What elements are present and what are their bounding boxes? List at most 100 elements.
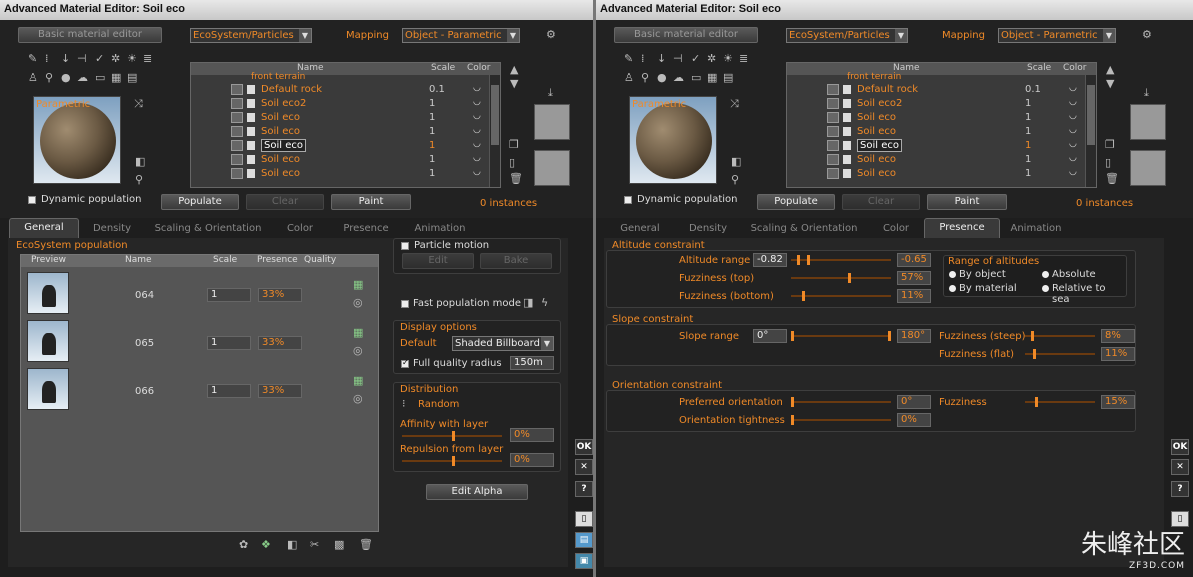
display-mode-combo[interactable]: Shaded Billboard ▼ bbox=[452, 336, 554, 351]
slider-knob[interactable] bbox=[791, 397, 794, 407]
figure-icon[interactable]: ♙ bbox=[624, 71, 634, 84]
dropper-icon[interactable]: ⁞ bbox=[641, 52, 645, 65]
population-table[interactable]: Preview Name Scale Presence Quality 064 … bbox=[20, 254, 379, 532]
slider-knob-max[interactable] bbox=[888, 331, 891, 341]
orientation-fuzz-slider[interactable] bbox=[1025, 397, 1095, 407]
zoom-icon[interactable]: ⚲ bbox=[731, 173, 739, 186]
presence-field[interactable]: 33% bbox=[258, 384, 302, 398]
sphere-icon[interactable]: ● bbox=[657, 71, 667, 84]
pattern-icon[interactable]: ▩ bbox=[334, 538, 344, 551]
edit-alpha-button[interactable]: Edit Alpha bbox=[426, 484, 528, 500]
tab-scaling[interactable]: Scaling & Orientation bbox=[742, 220, 866, 238]
fuzz-flat-slider[interactable] bbox=[1025, 349, 1095, 359]
material-layer-list[interactable]: Name Scale Color front terrain Default r… bbox=[786, 62, 1097, 188]
arrow-icon[interactable]: ↓ bbox=[61, 52, 70, 65]
add-rock-icon[interactable]: ❖ bbox=[261, 538, 271, 551]
tab-density[interactable]: Density bbox=[678, 220, 738, 238]
fuzz-top-slider[interactable] bbox=[791, 273, 891, 283]
walk-icon[interactable]: ⚲ bbox=[45, 71, 53, 84]
color-swatch-2[interactable] bbox=[1130, 150, 1166, 186]
full-quality-checkbox[interactable] bbox=[401, 358, 409, 368]
cube-settings-icon[interactable]: ◨ bbox=[523, 296, 533, 309]
paint-button[interactable]: Paint bbox=[927, 194, 1007, 210]
help-button[interactable]: ? bbox=[1171, 481, 1189, 497]
edit-item-icon[interactable]: ▦ bbox=[353, 326, 363, 339]
ok-button[interactable]: OK bbox=[575, 439, 593, 455]
add-object-icon[interactable]: ◧ bbox=[287, 538, 297, 551]
list-item[interactable]: Soil eco 1 ◡ bbox=[191, 167, 488, 181]
tab-density[interactable]: Density bbox=[82, 220, 142, 238]
cube-icon[interactable]: ◧ bbox=[731, 155, 741, 168]
tab-general[interactable]: General bbox=[9, 218, 79, 238]
move-up-icon[interactable]: ▲ bbox=[1106, 63, 1114, 76]
cloud-icon[interactable]: ☁ bbox=[673, 71, 684, 84]
fuzz-steep-slider[interactable] bbox=[1025, 331, 1095, 341]
list-item[interactable]: Soil eco 1 ◡ bbox=[191, 125, 488, 139]
trash-icon[interactable]: 🗑 bbox=[1105, 172, 1119, 185]
trash-icon[interactable]: 🗑 bbox=[509, 172, 523, 185]
slider-knob[interactable] bbox=[452, 456, 455, 466]
zoom-icon[interactable]: ⚲ bbox=[135, 173, 143, 186]
preferred-orientation-field[interactable]: 0° bbox=[897, 395, 931, 409]
layers-icon[interactable]: ≣ bbox=[739, 52, 748, 65]
quality-icon[interactable]: ◎ bbox=[353, 296, 363, 309]
arrow-icon[interactable]: ↓ bbox=[657, 52, 666, 65]
by-material-radio[interactable] bbox=[949, 285, 956, 292]
pencil-icon[interactable]: ✎ bbox=[28, 52, 37, 65]
move-down-icon[interactable]: ▼ bbox=[510, 77, 518, 90]
altitude-max-field[interactable]: -0.65 bbox=[897, 253, 931, 267]
color-swatch-2[interactable] bbox=[534, 150, 570, 186]
list-item-selected[interactable]: Soil eco 1 ◡ bbox=[191, 139, 488, 153]
slider-knob[interactable] bbox=[1033, 349, 1036, 359]
population-row[interactable]: 065 1 33% ▦ ◎ bbox=[21, 320, 378, 368]
shuffle-icon[interactable]: ⤨ bbox=[730, 97, 739, 111]
scrollbar-thumb[interactable] bbox=[1087, 85, 1095, 145]
affinity-slider[interactable] bbox=[402, 431, 502, 441]
presence-field[interactable]: 33% bbox=[258, 336, 302, 350]
absolute-radio[interactable] bbox=[1042, 271, 1049, 278]
preferred-orientation-slider[interactable] bbox=[791, 397, 891, 407]
sphere-icon[interactable]: ● bbox=[61, 71, 71, 84]
import-icon[interactable]: ⤓ bbox=[548, 86, 553, 100]
cancel-button[interactable]: ✕ bbox=[575, 459, 593, 475]
fuzz-top-field[interactable]: 57% bbox=[897, 271, 931, 285]
edit-motion-button[interactable]: Edit bbox=[402, 253, 474, 269]
edit-item-icon[interactable]: ▦ bbox=[353, 374, 363, 387]
tab-scaling[interactable]: Scaling & Orientation bbox=[146, 220, 270, 238]
affinity-field[interactable]: 0% bbox=[510, 428, 554, 442]
open-file-icon[interactable]: ▤ bbox=[575, 532, 593, 548]
basic-editor-button[interactable]: Basic material editor bbox=[18, 27, 162, 43]
tightness-slider[interactable] bbox=[791, 415, 891, 425]
landscape-icon[interactable]: ▭ bbox=[95, 71, 105, 84]
scale-field[interactable]: 1 bbox=[207, 288, 251, 302]
mapping-combo[interactable]: Object - Parametric ▼ bbox=[998, 28, 1116, 43]
slider-knob-min[interactable] bbox=[797, 255, 800, 265]
save-file-icon[interactable]: ▣ bbox=[575, 553, 593, 569]
cube-icon[interactable]: ◧ bbox=[135, 155, 145, 168]
scrollbar-thumb[interactable] bbox=[491, 85, 499, 145]
basic-editor-button[interactable]: Basic material editor bbox=[614, 27, 758, 43]
slope-max-field[interactable]: 180° bbox=[897, 329, 931, 343]
lightning-icon[interactable]: ϟ bbox=[541, 296, 548, 309]
tab-animation[interactable]: Animation bbox=[404, 220, 476, 238]
check-icon[interactable]: ✓ bbox=[691, 52, 700, 65]
new-icon[interactable]: ▯ bbox=[1105, 156, 1111, 169]
delete-icon[interactable]: 🗑 bbox=[359, 538, 373, 551]
list-item[interactable]: Soil eco 1 ◡ bbox=[787, 167, 1084, 181]
tab-animation[interactable]: Animation bbox=[1000, 220, 1072, 238]
tightness-field[interactable]: 0% bbox=[897, 413, 931, 427]
type-combo[interactable]: EcoSystem/Particles ▼ bbox=[190, 28, 312, 43]
by-object-radio[interactable] bbox=[949, 271, 956, 278]
move-down-icon[interactable]: ▼ bbox=[1106, 77, 1114, 90]
quality-icon[interactable]: ◎ bbox=[353, 344, 363, 357]
repulsion-slider[interactable] bbox=[402, 456, 502, 466]
list-item[interactable]: Soil eco 1 ◡ bbox=[787, 153, 1084, 167]
slider-knob[interactable] bbox=[1031, 331, 1034, 341]
clear-button[interactable]: Clear bbox=[246, 194, 324, 210]
list-item[interactable]: Default rock 0.1 ◡ bbox=[191, 83, 488, 97]
list-item-selected[interactable]: Soil eco 1 ◡ bbox=[787, 139, 1084, 153]
list-item[interactable]: Soil eco2 1 ◡ bbox=[787, 97, 1084, 111]
fuzz-steep-field[interactable]: 8% bbox=[1101, 329, 1135, 343]
cancel-button[interactable]: ✕ bbox=[1171, 459, 1189, 475]
cut-icon[interactable]: ✂ bbox=[310, 538, 319, 551]
